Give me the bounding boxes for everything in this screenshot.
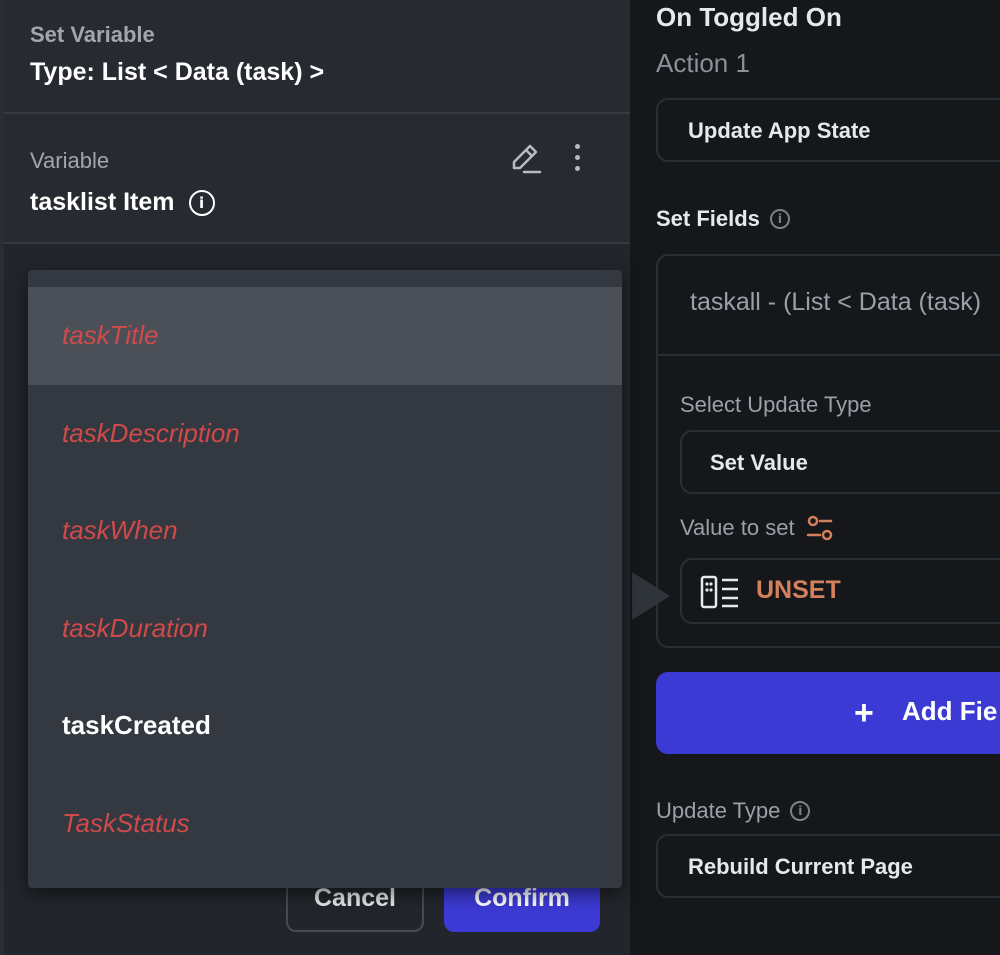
variable-section: Variable tasklist Item i <box>4 114 630 242</box>
set-field-card: taskall - (List < Data (task) Select Upd… <box>656 254 1000 648</box>
set-fields-label: Set Fields i <box>656 206 790 232</box>
set-fields-text: Set Fields <box>656 206 760 231</box>
update-type-label: Update Type i <box>656 798 811 824</box>
plus-icon: + <box>854 694 874 732</box>
update-type-select[interactable]: Set Value <box>680 430 1000 494</box>
unset-value: UNSET <box>756 576 841 604</box>
update-type-text: Update Type <box>656 798 781 823</box>
set-variable-label: Set Variable <box>30 22 155 47</box>
info-icon[interactable]: i <box>188 189 215 216</box>
dropdown-option[interactable]: TaskStatus <box>28 775 622 873</box>
dropdown-option[interactable]: taskDescription <box>28 385 622 483</box>
rebuild-select[interactable]: Rebuild Current Page <box>656 834 1000 898</box>
value-to-set-label: Value to set <box>680 514 835 542</box>
set-variable-type: Type: List < Data (task) > <box>30 58 325 86</box>
more-vertical-icon[interactable] <box>572 144 582 174</box>
dropdown-top-padding <box>28 270 622 287</box>
action-type-value: Update App State <box>688 118 871 143</box>
add-field-label: Add Fie <box>902 696 998 726</box>
variable-name-row: tasklist Item i <box>30 188 215 217</box>
trigger-title: On Toggled On <box>656 2 842 32</box>
variable-source-icon <box>700 575 738 609</box>
dropdown-option[interactable]: taskCreated <box>28 677 622 775</box>
update-type-value: Set Value <box>710 450 808 475</box>
info-icon[interactable]: i <box>790 801 811 821</box>
edit-icon[interactable] <box>508 142 542 176</box>
action-type-select[interactable]: Update App State <box>656 98 1000 162</box>
settings-sliders-icon[interactable] <box>805 514 835 542</box>
action-panel: On Toggled On Action 1 Update App State … <box>632 0 1000 955</box>
field-divider <box>658 354 1000 356</box>
popover-pointer <box>632 572 670 620</box>
value-input[interactable]: UNSET <box>680 558 1000 624</box>
set-variable-header: Set Variable Type: List < Data (task) > <box>4 0 630 112</box>
rebuild-value: Rebuild Current Page <box>688 854 913 879</box>
variable-divider <box>4 242 630 244</box>
variable-name: tasklist Item <box>30 188 175 216</box>
dropdown-option[interactable]: taskTitle <box>28 287 622 385</box>
variable-label: Variable <box>30 148 110 173</box>
add-field-button[interactable]: + Add Fie <box>656 672 1000 754</box>
action-label: Action 1 <box>656 48 750 78</box>
select-update-type-label: Select Update Type <box>680 392 872 417</box>
field-name[interactable]: taskall - (List < Data (task) <box>690 288 981 317</box>
value-to-set-text: Value to set <box>680 515 795 540</box>
info-icon[interactable]: i <box>769 209 790 229</box>
dropdown-option[interactable]: taskWhen <box>28 482 622 580</box>
field-dropdown: taskTitle taskDescription taskWhen taskD… <box>28 270 622 888</box>
dropdown-option[interactable]: taskDuration <box>28 580 622 678</box>
